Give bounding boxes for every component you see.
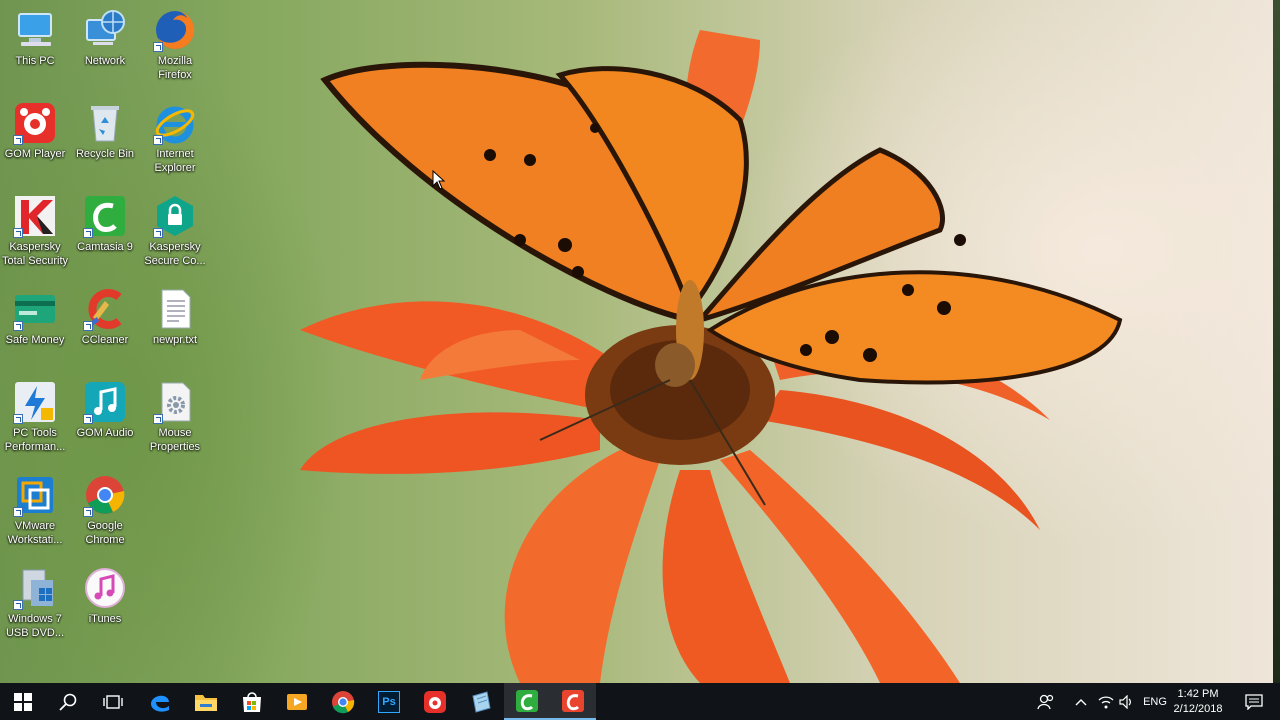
network-icon (83, 8, 127, 52)
window-edge (1273, 0, 1280, 683)
language-indicator[interactable]: ENG (1140, 683, 1170, 720)
taskbar-camtasia-recorder[interactable] (550, 683, 596, 720)
photoshop-icon: Ps (378, 690, 400, 713)
desktop-icon-windows-usb-dvd[interactable]: Windows 7 USB DVD... (0, 558, 70, 640)
task-view-icon (103, 694, 123, 709)
chrome-icon (332, 690, 355, 713)
mouse-cursor-icon (432, 170, 446, 190)
wifi-icon (1098, 695, 1114, 708)
search-button[interactable] (45, 683, 91, 720)
network-tray-button[interactable] (1094, 683, 1118, 720)
store-icon (243, 691, 261, 712)
itunes-icon (83, 566, 127, 610)
desktop-icon-vmware[interactable]: VMware Workstati... (0, 465, 70, 547)
firefox-icon (153, 8, 197, 52)
text-file-icon (153, 287, 197, 331)
ccleaner-icon (83, 287, 127, 331)
windows-usb-dvd-icon (13, 566, 57, 610)
chrome-icon (83, 473, 127, 517)
desktop-icon-this-pc[interactable]: This PC (0, 0, 70, 68)
start-button[interactable] (0, 683, 46, 720)
kaspersky-icon (13, 194, 57, 238)
show-hidden-icons-button[interactable] (1066, 683, 1096, 720)
taskbar-notepad[interactable] (458, 683, 504, 720)
taskbar-edge[interactable] (137, 683, 183, 720)
recycle-bin-icon (83, 101, 127, 145)
pc-tools-icon (13, 380, 57, 424)
camtasia-icon (83, 194, 127, 238)
desktop-icon-camtasia[interactable]: Camtasia 9 (70, 186, 140, 254)
taskbar-gom-player[interactable] (412, 683, 458, 720)
vmware-icon (13, 473, 57, 517)
file-explorer-icon (195, 694, 217, 711)
search-icon (59, 693, 77, 711)
desktop-icon-pc-tools[interactable]: PC Tools Performan... (0, 372, 70, 454)
gom-player-icon (424, 690, 446, 713)
notification-icon (1245, 693, 1263, 710)
taskbar-media-player[interactable] (274, 683, 320, 720)
camtasia-recorder-icon (562, 689, 584, 712)
start-icon (14, 692, 32, 711)
taskbar-store[interactable] (229, 683, 275, 720)
desktop-icon-newpr-txt[interactable]: newpr.txt (140, 279, 210, 347)
safe-money-icon (13, 287, 57, 331)
action-center-button[interactable] (1234, 683, 1274, 720)
desktop-icon-safe-money[interactable]: Safe Money (0, 279, 70, 347)
desktop-icon-kaspersky-secure-connection[interactable]: Kaspersky Secure Co... (140, 186, 210, 268)
desktop-icon-itunes[interactable]: iTunes (70, 558, 140, 626)
this-pc-icon (13, 8, 57, 52)
desktop-icon-network[interactable]: Network (70, 0, 140, 68)
desktop-icon-internet-explorer[interactable]: Internet Explorer (140, 93, 210, 175)
desktop-icon-chrome[interactable]: Google Chrome (70, 465, 140, 547)
taskbar-chrome[interactable] (320, 683, 366, 720)
desktop-icon-ccleaner[interactable]: CCleaner (70, 279, 140, 347)
desktop-icon-firefox[interactable]: Mozilla Firefox (140, 0, 210, 82)
task-view-button[interactable] (90, 683, 136, 720)
taskbar-camtasia[interactable] (504, 683, 550, 720)
kaspersky-secure-connection-icon (153, 194, 197, 238)
desktop-icon-kaspersky[interactable]: Kaspersky Total Security (0, 186, 70, 268)
taskbar-file-explorer[interactable] (183, 683, 229, 720)
people-button[interactable] (1026, 683, 1066, 720)
taskbar-photoshop[interactable]: Ps (366, 683, 412, 720)
media-player-icon (287, 693, 307, 710)
desktop-icon-mouse-properties[interactable]: Mouse Properties (140, 372, 210, 454)
taskbar: Ps ENG 1:42 PM 2/12/2018 (0, 683, 1280, 720)
internet-explorer-icon (153, 101, 197, 145)
volume-button[interactable] (1116, 683, 1138, 720)
chevron-up-icon (1075, 698, 1087, 705)
edge-icon (151, 695, 169, 712)
desktop-icon-recycle-bin[interactable]: Recycle Bin (70, 93, 140, 161)
volume-icon (1119, 694, 1131, 709)
desktop-icon-gom-player[interactable]: GOM Player (0, 93, 70, 161)
clock[interactable]: 1:42 PM 2/12/2018 (1168, 687, 1228, 717)
clock-date: 2/12/2018 (1173, 703, 1223, 715)
desktop-icon-gom-audio[interactable]: GOM Audio (70, 372, 140, 440)
gom-audio-icon (83, 380, 127, 424)
clock-time: 1:42 PM (1177, 688, 1219, 700)
people-icon (1037, 694, 1054, 709)
gom-player-icon (13, 101, 57, 145)
camtasia-icon (516, 689, 538, 712)
notepad-icon (472, 690, 491, 713)
mouse-properties-icon (153, 380, 197, 424)
